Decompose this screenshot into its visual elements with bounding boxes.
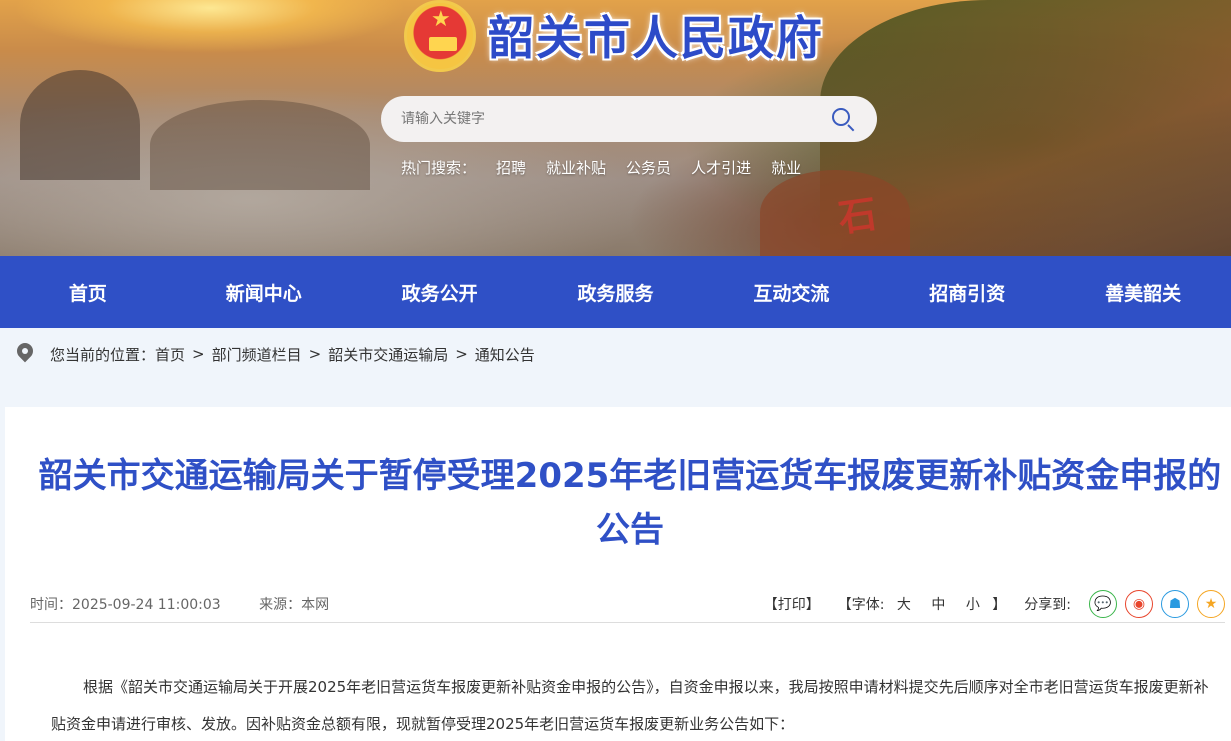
breadcrumb-item[interactable]: 通知公告 <box>475 344 535 365</box>
location-pin-icon <box>13 339 37 365</box>
qq-icon[interactable]: ☗ <box>1161 590 1189 618</box>
search-input[interactable] <box>401 111 829 127</box>
article-body: 根据《韶关市交通运输局关于开展2025年老旧营运货车报废更新补贴资金申报的公告》… <box>51 678 1209 733</box>
publish-time: 时间：2025-09-24 11:00:03 <box>30 597 221 613</box>
breadcrumb: 您当前的位置： 首页 > 部门频道栏目 > 韶关市交通运输局 > 通知公告 <box>0 328 1231 380</box>
wechat-icon[interactable]: 💬 <box>1089 590 1117 618</box>
hot-search-item[interactable]: 就业 <box>771 157 801 178</box>
site-title[interactable]: 韶关市人民政府 <box>488 2 824 68</box>
nav-item-home[interactable]: 首页 <box>0 256 176 328</box>
banner-mountain <box>150 100 370 190</box>
hot-search-item[interactable]: 人才引进 <box>691 157 751 178</box>
breadcrumb-separator: > <box>308 345 322 363</box>
article-meta: 时间：2025-09-24 11:00:03 来源：本网 【打印】 【字体: 大… <box>30 587 1225 621</box>
star-icon: ★ <box>431 7 451 32</box>
nav-item-news[interactable]: 新闻中心 <box>176 256 352 328</box>
font-size-close: 】 <box>992 597 1007 613</box>
search-box <box>381 96 877 142</box>
hot-search-item[interactable]: 公务员 <box>626 157 671 178</box>
weibo-icon[interactable]: ◉ <box>1125 590 1153 618</box>
hot-search: 热门搜索： 招聘 就业补贴 公务员 人才引进 就业 <box>401 157 801 178</box>
gate-icon <box>429 37 457 51</box>
font-size-control: 【字体: 大 中 小 】 <box>838 594 1007 614</box>
breadcrumb-item[interactable]: 首页 <box>155 344 185 365</box>
breadcrumb-item[interactable]: 韶关市交通运输局 <box>328 344 448 365</box>
article-panel: 韶关市交通运输局关于暂停受理2025年老旧营运货车报废更新补贴资金申报的公告 时… <box>5 407 1231 741</box>
article-source: 来源：本网 <box>259 597 330 613</box>
header-banner: 石 ★ 韶关市人民政府 热门搜索： 招聘 就业补贴 公务员 人才引进 就业 <box>0 0 1231 256</box>
font-size-medium[interactable]: 中 <box>931 597 945 613</box>
divider <box>30 622 1225 623</box>
search-icon[interactable] <box>829 105 857 133</box>
hot-search-label: 热门搜索： <box>401 159 477 177</box>
banner-mountain <box>20 70 140 180</box>
breadcrumb-item[interactable]: 部门频道栏目 <box>212 344 302 365</box>
font-size-small[interactable]: 小 <box>966 597 980 613</box>
banner-cliff <box>760 170 910 256</box>
nav-item-shaoguan[interactable]: 善美韶关 <box>1055 256 1231 328</box>
banner-carving: 石 <box>835 190 880 241</box>
national-emblem-icon: ★ <box>404 0 476 72</box>
breadcrumb-separator: > <box>455 345 468 363</box>
nav-item-interaction[interactable]: 互动交流 <box>703 256 879 328</box>
nav-item-open-government[interactable]: 政务公开 <box>352 256 528 328</box>
font-size-large[interactable]: 大 <box>897 597 911 613</box>
nav-item-investment[interactable]: 招商引资 <box>879 256 1055 328</box>
font-size-label: 【字体: <box>837 597 885 613</box>
favorite-icon[interactable]: ★ <box>1197 590 1225 618</box>
breadcrumb-separator: > <box>192 345 205 363</box>
breadcrumb-label: 您当前的位置： <box>50 345 156 364</box>
article-title: 韶关市交通运输局关于暂停受理2025年老旧营运货车报废更新补贴资金申报的公告 <box>38 456 1222 550</box>
hot-search-item[interactable]: 就业补贴 <box>546 157 606 178</box>
main-nav: 首页 新闻中心 政务公开 政务服务 互动交流 招商引资 善美韶关 <box>0 256 1231 328</box>
share-icons: 💬 ◉ ☗ ★ <box>1089 590 1225 618</box>
print-button[interactable]: 【打印】 <box>764 594 820 614</box>
share-label: 分享到: <box>1024 597 1071 613</box>
nav-item-services[interactable]: 政务服务 <box>528 256 704 328</box>
hot-search-item[interactable]: 招聘 <box>496 157 526 178</box>
